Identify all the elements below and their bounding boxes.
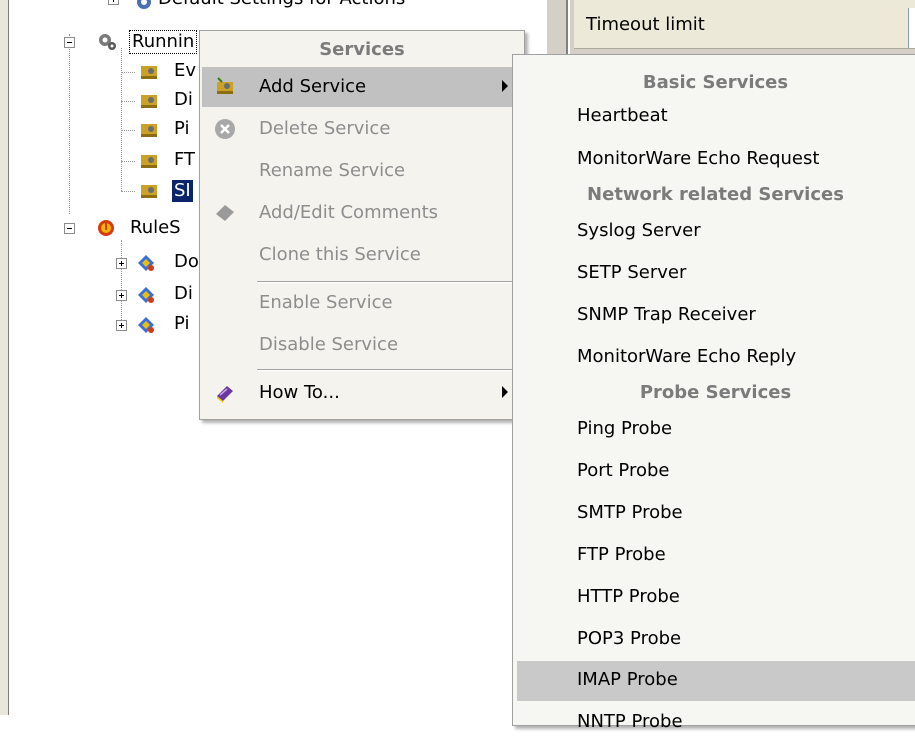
- add-service-menu-item[interactable]: Add Service: [202, 67, 520, 107]
- add-service-icon: [217, 77, 233, 94]
- menu-item-label: MonitorWare Echo Request: [577, 148, 820, 169]
- service-icon: [141, 95, 157, 108]
- http-probe-menu-item[interactable]: HTTP Probe: [517, 578, 915, 618]
- tree-item-label: Pi: [174, 313, 190, 334]
- book-icon: [217, 386, 233, 403]
- menu-item-label: Port Probe: [577, 460, 670, 481]
- delete-service-menu-item[interactable]: Delete Service: [202, 109, 520, 149]
- tree-left-border: [0, 0, 9, 715]
- ping-probe-menu-item[interactable]: Ping Probe: [517, 410, 915, 450]
- context-menu: Services Add Service Delete Service Rena…: [199, 30, 525, 420]
- collapse-icon[interactable]: [64, 37, 75, 48]
- menu-item-label: How To...: [259, 382, 340, 403]
- tree-item-label: Di: [174, 89, 193, 110]
- enable-service-menu-item[interactable]: Enable Service: [202, 283, 520, 323]
- menu-item-label: Delete Service: [259, 118, 391, 139]
- rename-service-menu-item[interactable]: Rename Service: [202, 151, 520, 191]
- menu-item-label: Rename Service: [259, 160, 406, 181]
- service-icon: [141, 155, 157, 168]
- basic-services-header: Basic Services: [642, 72, 789, 93]
- menu-item-label: SETP Server: [577, 262, 687, 283]
- menu-item-label: Clone this Service: [259, 244, 421, 265]
- menu-item-label: Ping Probe: [577, 418, 673, 439]
- snmp-trap-receiver-menu-item[interactable]: SNMP Trap Receiver: [517, 296, 915, 336]
- submenu-arrow-icon: [502, 386, 508, 398]
- menu-item-label: SMTP Probe: [577, 502, 683, 523]
- ruleset-icon: [98, 220, 114, 236]
- timeout-input[interactable]: [908, 8, 915, 48]
- service-icon: [141, 124, 157, 137]
- menu-item-label: IMAP Probe: [577, 669, 678, 690]
- settings-icon: [137, 0, 151, 9]
- rule-icon: [138, 287, 154, 303]
- tree-item-label: SI: [172, 180, 193, 202]
- how-to-menu-item[interactable]: How To...: [202, 373, 520, 413]
- expand-icon[interactable]: [108, 0, 119, 5]
- network-services-header: Network related Services: [587, 184, 844, 205]
- menu-item-label: Disable Service: [259, 334, 399, 355]
- menu-item-label: Add/Edit Comments: [259, 202, 439, 223]
- imap-probe-menu-item[interactable]: IMAP Probe: [517, 661, 915, 701]
- menu-item-label: NNTP Probe: [577, 711, 683, 732]
- delete-icon: [215, 119, 235, 139]
- menu-item-label: HTTP Probe: [577, 586, 680, 607]
- monitorware-echo-reply-menu-item[interactable]: MonitorWare Echo Reply: [517, 338, 915, 378]
- expand-icon[interactable]: [116, 258, 127, 269]
- tree-item-label: RuleS: [130, 217, 181, 238]
- timeout-row: Timeout limit: [574, 0, 915, 49]
- add-service-submenu: Basic Services Heartbeat MonitorWare Ech…: [512, 54, 915, 732]
- menu-item-label: FTP Probe: [577, 544, 666, 565]
- menu-header: Services: [319, 39, 405, 60]
- expand-icon[interactable]: [116, 320, 127, 331]
- menu-item-label: Syslog Server: [577, 220, 701, 241]
- service-icon: [141, 66, 157, 79]
- tree-item-label: Runnin: [128, 30, 198, 54]
- probe-services-header: Probe Services: [639, 382, 792, 403]
- tree-item-label: FT: [174, 149, 196, 170]
- monitorware-echo-request-menu-item[interactable]: MonitorWare Echo Request: [517, 140, 915, 180]
- menu-item-label: Add Service: [259, 76, 367, 97]
- nntp-probe-menu-item[interactable]: NNTP Probe: [517, 703, 915, 743]
- add-edit-comments-menu-item[interactable]: Add/Edit Comments: [202, 193, 520, 233]
- smtp-probe-menu-item[interactable]: SMTP Probe: [517, 494, 915, 534]
- menu-separator: [257, 369, 519, 371]
- gears-icon: [99, 34, 116, 50]
- tree-item-label: Default Settings for Actions: [158, 0, 405, 10]
- menu-item-label: Enable Service: [259, 292, 393, 313]
- menu-item-label: POP3 Probe: [577, 628, 682, 649]
- clone-service-menu-item[interactable]: Clone this Service: [202, 235, 520, 275]
- tree-item-label: Pi: [174, 118, 190, 139]
- menu-item-label: Heartbeat: [577, 105, 668, 126]
- syslog-server-menu-item[interactable]: Syslog Server: [517, 212, 915, 252]
- menu-item-label: SNMP Trap Receiver: [577, 304, 756, 325]
- setp-server-menu-item[interactable]: SETP Server: [517, 254, 915, 294]
- heartbeat-menu-item[interactable]: Heartbeat: [517, 97, 915, 137]
- tree-item-label: Ev: [174, 60, 197, 81]
- tree-item-label: Di: [174, 283, 193, 304]
- tree-item-label: Do: [174, 251, 199, 272]
- collapse-icon[interactable]: [64, 223, 75, 234]
- expand-icon[interactable]: [116, 290, 127, 301]
- ftp-probe-menu-item[interactable]: FTP Probe: [517, 536, 915, 576]
- service-icon: [141, 185, 157, 198]
- port-probe-menu-item[interactable]: Port Probe: [517, 452, 915, 492]
- submenu-arrow-icon: [502, 80, 508, 92]
- rule-icon: [138, 255, 154, 271]
- menu-item-label: MonitorWare Echo Reply: [577, 346, 797, 367]
- rule-icon: [138, 317, 154, 333]
- comment-icon: [216, 205, 234, 221]
- disable-service-menu-item[interactable]: Disable Service: [202, 325, 520, 365]
- timeout-label: Timeout limit: [586, 14, 705, 35]
- pop3-probe-menu-item[interactable]: POP3 Probe: [517, 620, 915, 660]
